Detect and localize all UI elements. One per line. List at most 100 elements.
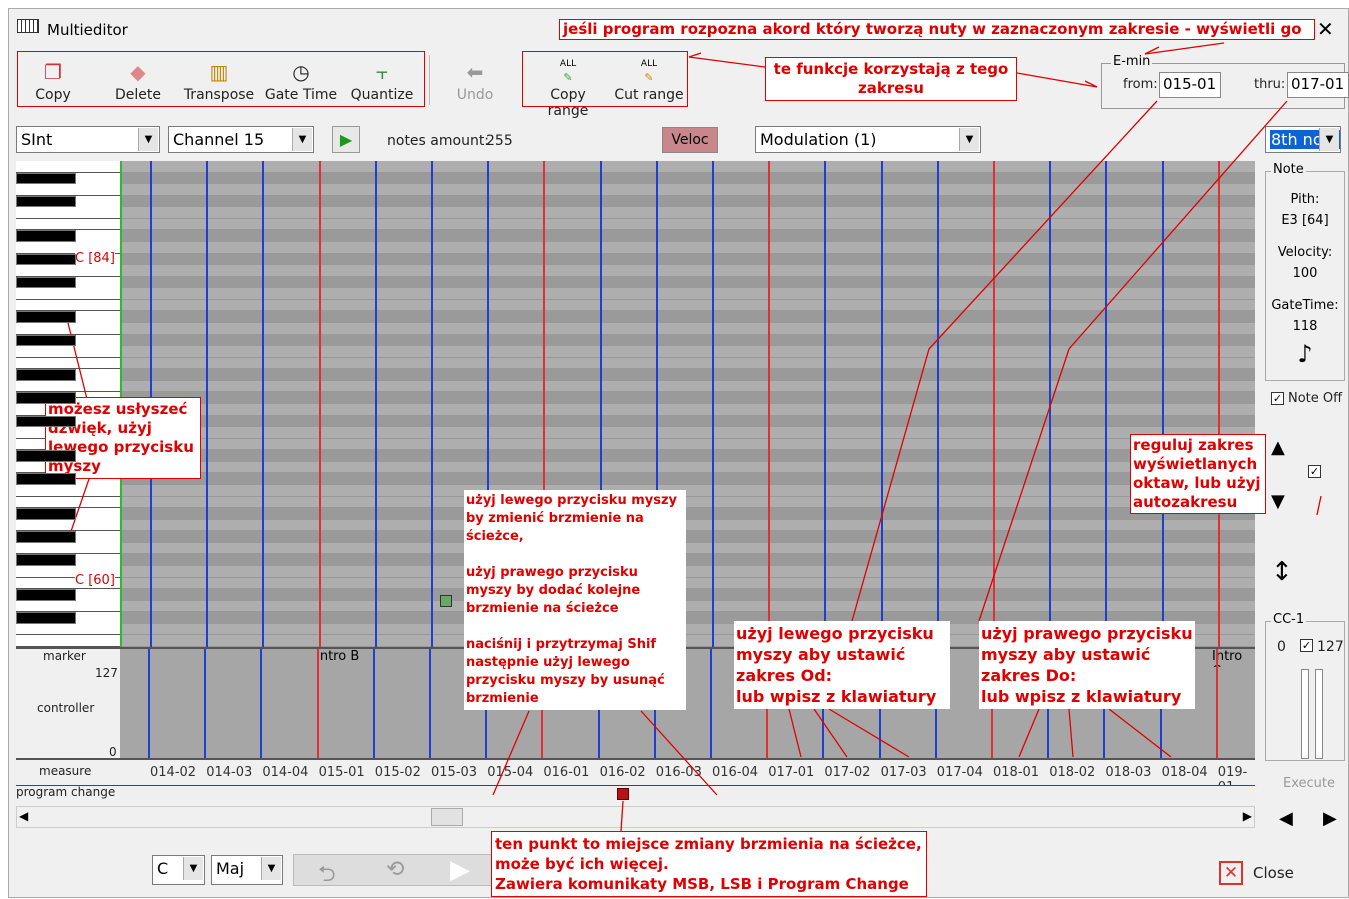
annotation-range-thru: użyj prawego przycisku myszy aby ustawić… [979,621,1195,709]
white-key[interactable] [16,357,120,370]
beat-line [1217,161,1220,647]
beat-line [316,667,319,759]
eraser-icon: ◆ [130,60,146,84]
black-key[interactable] [16,230,76,242]
white-key[interactable] [16,346,120,358]
range-from-input[interactable]: 015-01 [1159,72,1221,98]
resize-vertical-icon[interactable]: ↕ [1271,557,1293,587]
cc-checkbox[interactable]: ✓ [1300,639,1313,652]
white-key[interactable] [16,485,120,497]
close-x-icon[interactable]: ✕ [1219,861,1243,885]
marker-intro-b: Intro B [316,649,360,664]
quantize-button[interactable]: ⫟ Quantize [347,59,417,103]
cc-slider-min[interactable] [1301,669,1309,759]
eighth-note-icon: ♪ [1297,340,1313,368]
play-track-button[interactable]: ▶ [332,126,360,153]
white-key[interactable] [16,323,120,335]
white-key[interactable] [16,496,120,509]
scroll-left-icon[interactable]: ◀ [19,809,28,823]
scroll-thumb[interactable] [431,808,463,826]
play-icon[interactable]: ▶ [450,855,470,885]
multieditor-window: Multieditor ✕ ❐ Copy ◆ Delete ▥ Transpose ◷… [8,8,1349,898]
black-key[interactable] [16,276,76,289]
scale-select[interactable]: Maj ▼ [211,855,283,885]
cut-range-button[interactable]: ALL ✎ Cut range [613,57,685,103]
undo-button[interactable]: ⬅ Undo [445,59,505,103]
white-key[interactable] [16,542,120,555]
piano-roll-grid[interactable] [120,161,1255,647]
black-key[interactable] [16,415,76,428]
octave-down-icon[interactable]: ▼ [1271,491,1285,512]
white-key[interactable] [16,623,120,636]
white-key[interactable] [16,207,120,219]
grid-select[interactable]: 8th note ▼ [1265,126,1341,153]
cc-select[interactable]: Modulation (1) ▼ [755,126,981,153]
black-key[interactable] [16,369,76,381]
channel-select[interactable]: Channel 15 ▼ [168,126,314,153]
note-off-checkbox[interactable]: ✓ [1271,392,1284,405]
annotation-octave-range: reguluj zakres wyświetlanych oktaw, lub … [1130,434,1266,514]
white-key[interactable] [16,380,120,393]
loop-icon[interactable]: ⮌ [318,857,336,895]
beat-line [936,161,939,647]
measure-ruler[interactable]: 014-02 014-03 014-04 015-01 015-02 015-03 015-… [120,765,1255,785]
key-select[interactable]: C ▼ [152,855,205,885]
measure-tick: 015-04 [487,765,534,780]
measure-tick: 018-03 [1105,765,1152,780]
beat-line [993,161,995,647]
transpose-button[interactable]: ▥ Transpose [179,59,259,103]
white-key[interactable] [16,161,120,173]
white-key[interactable] [16,635,120,647]
copy-button[interactable]: ❐ Copy [23,59,83,103]
scroll-forward-icon[interactable]: ▶ [1323,808,1337,829]
close-icon[interactable]: ✕ [1317,17,1334,41]
beat-line [429,667,431,759]
white-key[interactable] [16,600,120,613]
chevron-down-icon: ▼ [261,857,281,880]
black-key[interactable] [16,392,76,404]
veloc-button[interactable]: Veloc [662,127,718,153]
execute-button[interactable]: Execute [1283,776,1335,791]
annotation-program-change: ten punkt to miejsce zmiany brzmienia na… [491,831,927,897]
white-key[interactable] [16,265,120,277]
white-key[interactable] [16,218,120,231]
beat-line [372,667,375,759]
black-key[interactable] [16,612,76,624]
white-key[interactable] [16,299,120,312]
program-change-point[interactable] [617,788,629,800]
black-key[interactable] [16,311,76,323]
horizontal-scrollbar[interactable]: ◀ ▶ [16,806,1255,828]
delete-button[interactable]: ◆ Delete [103,59,173,103]
octave-up-icon[interactable]: ▲ [1271,437,1285,458]
white-key[interactable] [16,184,120,196]
annotation-range-from: użyj lewego przycisku myszy aby ustawić … [734,621,950,709]
close-button[interactable]: Close [1253,864,1294,882]
black-key[interactable] [16,195,76,208]
cc-slider-max[interactable] [1315,669,1323,759]
program-change-lane[interactable] [120,786,1255,800]
gate-time-button[interactable]: ◷ Gate Time [261,59,341,103]
scroll-back-icon[interactable]: ◀ [1279,808,1293,829]
copy-range-button[interactable]: ALL ✎ Copy range [529,57,607,119]
scroll-right-icon[interactable]: ▶ [1243,809,1252,823]
tempo-icon[interactable]: ⟲ [386,857,404,882]
measure-tick: 016-02 [599,765,646,780]
black-key[interactable] [16,334,76,347]
black-key[interactable] [16,554,76,566]
note-panel-title: Note [1271,162,1306,177]
autorange-checkbox[interactable]: ✓ [1308,465,1321,478]
black-key[interactable] [16,172,76,185]
black-key[interactable] [16,508,76,520]
black-key[interactable] [16,253,76,266]
track-select[interactable]: SInt ▼ [16,126,160,153]
beat-line [710,649,712,667]
note-block[interactable] [440,595,452,607]
black-key[interactable] [16,589,76,601]
white-key[interactable] [16,288,120,300]
black-key[interactable] [16,473,76,485]
range-thru-input[interactable]: 017-01 [1287,72,1349,98]
white-key[interactable] [16,519,120,532]
black-key[interactable] [16,450,76,462]
grid-row [122,253,1255,266]
black-key[interactable] [16,531,76,543]
